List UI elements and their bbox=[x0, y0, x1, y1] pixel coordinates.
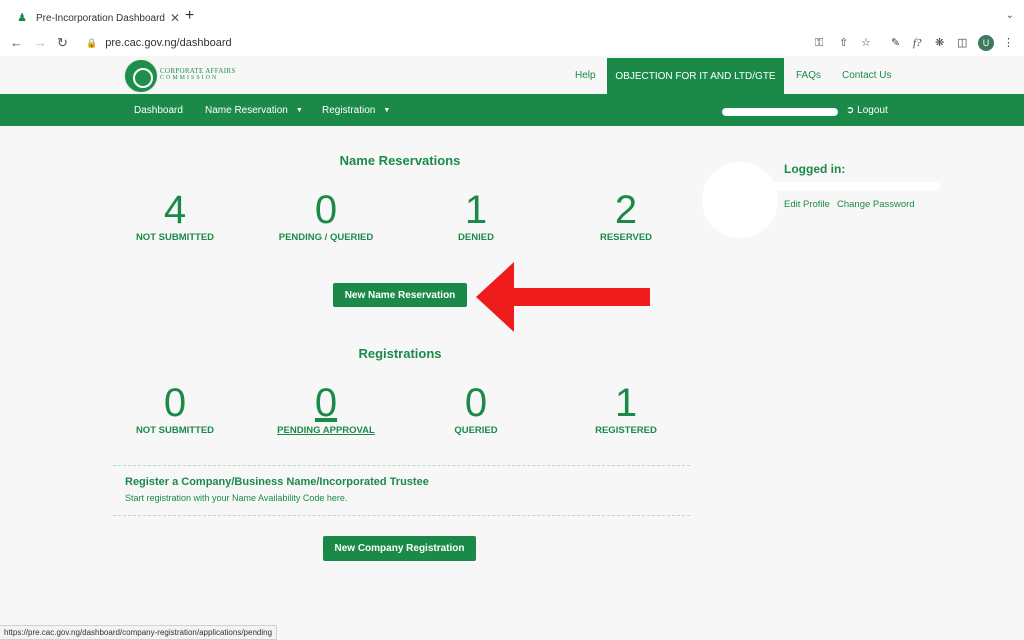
contact-us-link[interactable]: Contact Us bbox=[842, 70, 891, 81]
stat-name-not-submitted[interactable]: 4 NOT SUBMITTED bbox=[100, 190, 250, 243]
browser-toolbar: ← → ↻ 🔒 pre.cac.gov.ng/dashboard ⚿ ⇧ ☆ ✎… bbox=[0, 32, 1024, 56]
stat-label: REGISTERED bbox=[595, 425, 657, 436]
edit-profile-link[interactable]: Edit Profile bbox=[784, 199, 830, 210]
new-name-reservation-button[interactable]: New Name Reservation bbox=[333, 283, 467, 307]
stat-value: 0 bbox=[464, 381, 488, 425]
stat-name-reserved[interactable]: 2 RESERVED bbox=[551, 190, 701, 243]
stat-name-pending-queried[interactable]: 0 PENDING / QUERIED bbox=[251, 190, 401, 243]
stat-value: 0 bbox=[314, 188, 338, 232]
new-company-registration-button[interactable]: New Company Registration bbox=[323, 536, 476, 561]
logo-title: CORPORATE AFFAIRS bbox=[160, 67, 236, 75]
faqs-link[interactable]: FAQs bbox=[796, 70, 821, 81]
change-password-link[interactable]: Change Password bbox=[837, 199, 915, 210]
stat-name-denied[interactable]: 1 DENIED bbox=[401, 190, 551, 243]
cac-logo[interactable] bbox=[123, 58, 159, 94]
forward-arrow-icon[interactable]: → bbox=[34, 36, 47, 50]
objection-link[interactable]: OBJECTION FOR IT AND LTD/GTE bbox=[607, 58, 784, 94]
nav-registration-label: Registration bbox=[322, 105, 376, 116]
extensions-puzzle-icon[interactable]: ❋ bbox=[935, 37, 944, 50]
tab-title: Pre-Incorporation Dashboard bbox=[36, 12, 165, 24]
redacted-user-name bbox=[762, 182, 940, 191]
browser-menu-icon[interactable]: ⋮ bbox=[1003, 37, 1014, 50]
registrations-title: Registrations bbox=[358, 346, 442, 361]
nav-name-reservation-label: Name Reservation bbox=[205, 105, 288, 116]
logo-subtitle: COMMISSION bbox=[160, 75, 219, 81]
stat-label: QUERIED bbox=[454, 425, 498, 436]
logged-in-label: Logged in: bbox=[784, 162, 846, 176]
register-company-subtitle: Start registration with your Name Availa… bbox=[125, 493, 348, 503]
caret-down-icon: ▼ bbox=[295, 106, 303, 114]
red-arrow-annotation bbox=[476, 262, 650, 332]
divider bbox=[113, 515, 690, 516]
stat-reg-queried[interactable]: 0 QUERIED bbox=[401, 383, 551, 436]
nav-name-reservation[interactable]: Name Reservation ▼ bbox=[205, 105, 303, 116]
stat-reg-registered[interactable]: 1 REGISTERED bbox=[551, 383, 701, 436]
bookmark-star-icon[interactable]: ☆ bbox=[861, 37, 871, 50]
link-status-bar: https://pre.cac.gov.ng/dashboard/company… bbox=[0, 625, 278, 640]
stat-label: NOT SUBMITTED bbox=[135, 232, 215, 243]
register-company-title: Register a Company/Business Name/Incorpo… bbox=[125, 476, 429, 488]
help-link[interactable]: Help bbox=[575, 70, 596, 81]
browser-tab[interactable]: ♟ Pre-Incorporation Dashboard ✕ bbox=[8, 4, 182, 32]
profile-picture bbox=[702, 162, 778, 238]
stat-value: 1 bbox=[464, 188, 488, 232]
stat-label: PENDING / QUERIED bbox=[278, 232, 374, 243]
stat-value: 0 bbox=[163, 381, 187, 425]
stat-label: RESERVED bbox=[599, 232, 653, 243]
address-bar-url: pre.cac.gov.ng/dashboard bbox=[105, 37, 232, 49]
side-panel-icon[interactable]: ◫ bbox=[957, 37, 967, 50]
stat-value: 1 bbox=[614, 381, 638, 425]
logout-link[interactable]: ➲ Logout bbox=[846, 105, 888, 116]
redacted-username bbox=[722, 108, 838, 116]
stat-label: NOT SUBMITTED bbox=[135, 425, 215, 436]
browser-profile-avatar[interactable]: U bbox=[978, 35, 994, 51]
close-tab-icon[interactable]: ✕ bbox=[168, 11, 182, 25]
stat-reg-pending-approval[interactable]: 0 PENDING APPROVAL bbox=[251, 383, 401, 436]
stat-reg-not-submitted[interactable]: 0 NOT SUBMITTED bbox=[100, 383, 250, 436]
name-reservations-title: Name Reservations bbox=[339, 153, 461, 168]
formula-extension-icon[interactable]: f? bbox=[913, 37, 922, 50]
back-arrow-icon[interactable]: ← bbox=[10, 36, 23, 50]
address-bar[interactable]: 🔒 pre.cac.gov.ng/dashboard bbox=[86, 37, 232, 49]
stat-value: 2 bbox=[614, 188, 638, 232]
cac-favicon-icon: ♟ bbox=[17, 12, 27, 24]
browser-tab-bar: ♟ Pre-Incorporation Dashboard ✕ + ⌄ bbox=[0, 0, 1024, 32]
logout-icon: ➲ bbox=[846, 105, 855, 116]
lock-icon: 🔒 bbox=[86, 37, 98, 48]
arrow-shape bbox=[476, 262, 650, 332]
logout-label: Logout bbox=[857, 105, 888, 116]
nav-registration[interactable]: Registration ▼ bbox=[322, 105, 390, 116]
key-icon[interactable]: ⚿ bbox=[815, 37, 823, 50]
reload-icon[interactable]: ↻ bbox=[57, 36, 68, 50]
pen-extension-icon[interactable]: ✎ bbox=[891, 37, 900, 50]
stat-label: PENDING APPROVAL bbox=[277, 425, 375, 436]
new-tab-icon[interactable]: + bbox=[185, 8, 194, 24]
stat-label: DENIED bbox=[458, 232, 494, 243]
stat-value: 4 bbox=[163, 188, 187, 232]
stat-value: 0 bbox=[314, 381, 338, 425]
nav-dashboard[interactable]: Dashboard bbox=[134, 105, 183, 116]
caret-down-icon: ▼ bbox=[383, 106, 391, 114]
share-icon[interactable]: ⇧ bbox=[839, 37, 848, 50]
tab-search-chevron-icon[interactable]: ⌄ bbox=[1006, 10, 1014, 21]
divider bbox=[113, 465, 690, 466]
